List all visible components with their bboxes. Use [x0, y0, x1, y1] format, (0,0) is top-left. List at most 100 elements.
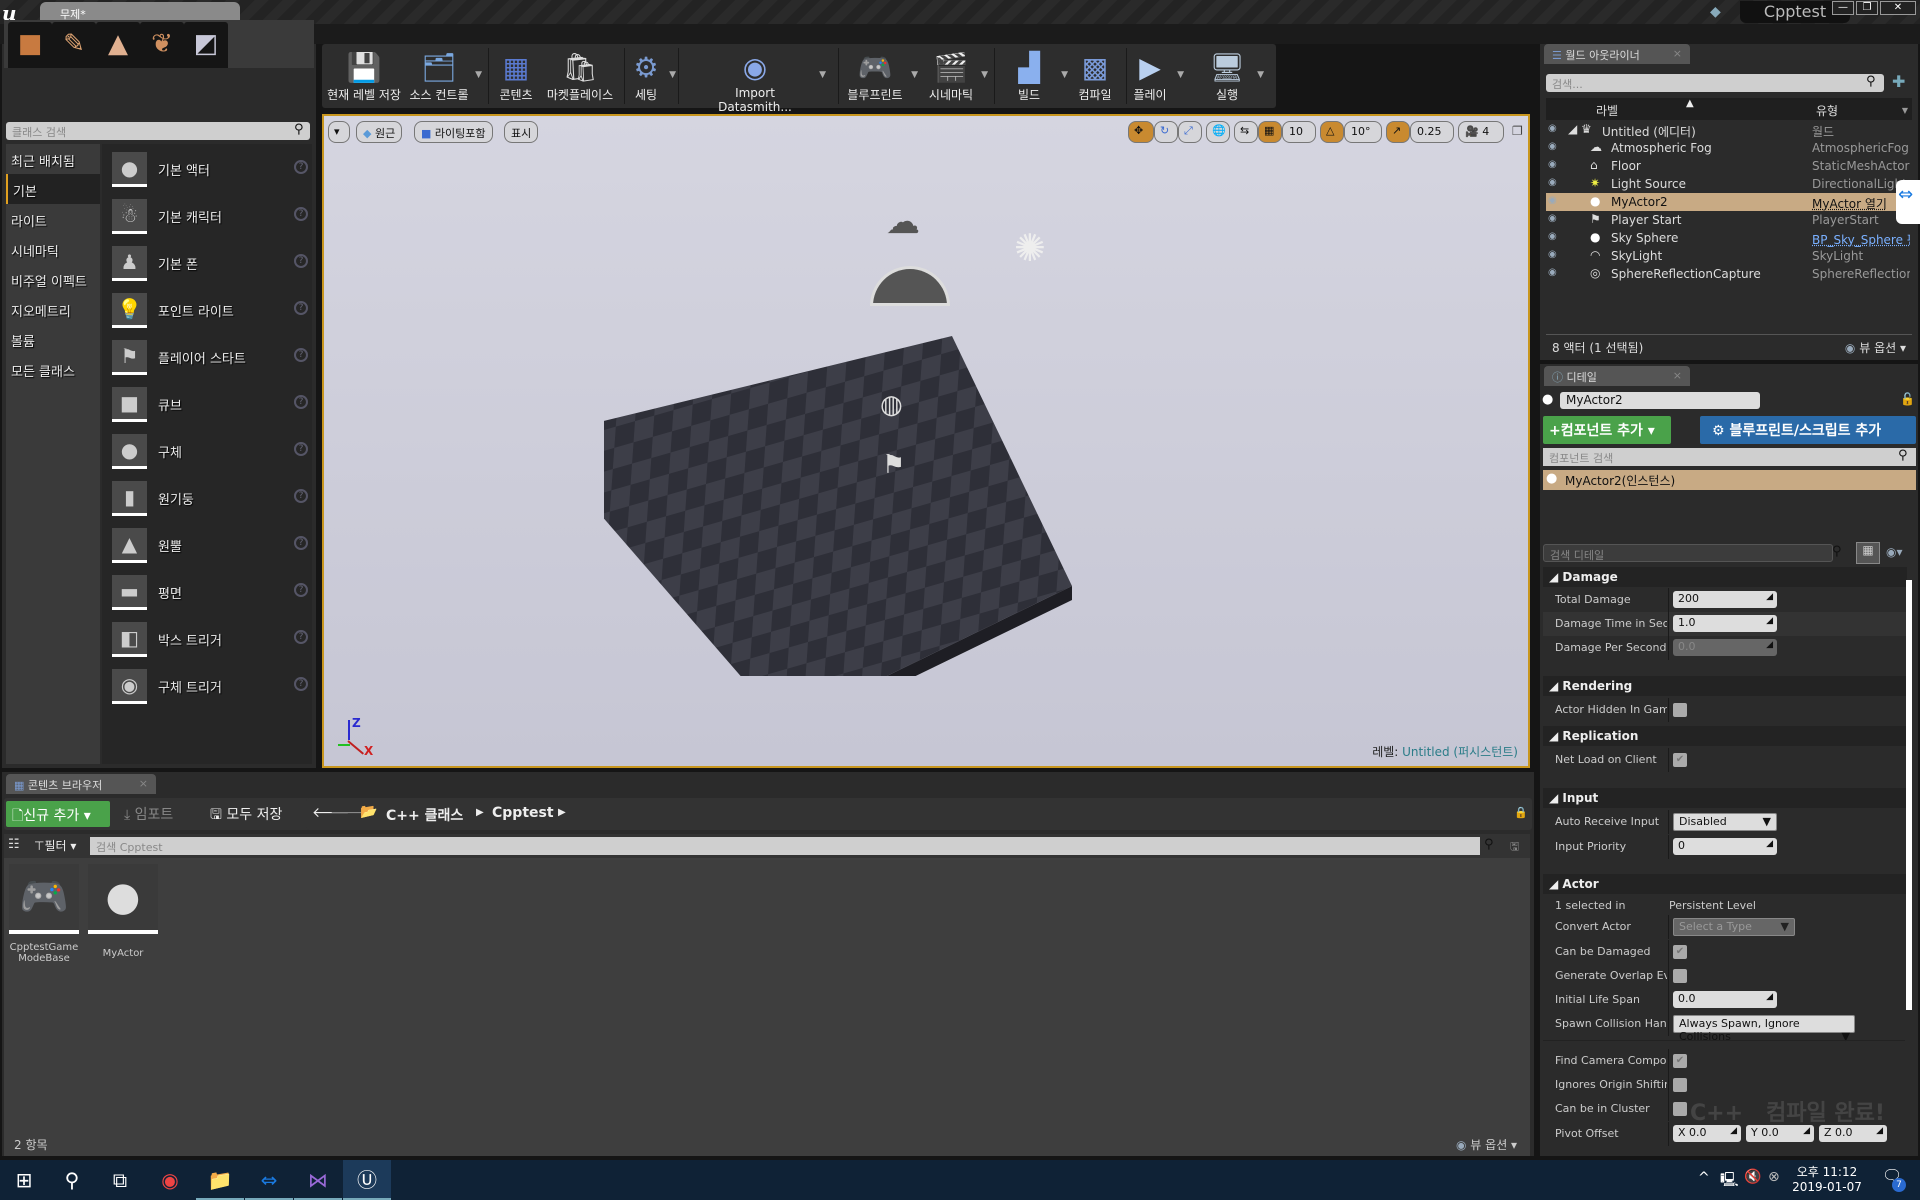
chrome-button[interactable]: ◉: [146, 1160, 194, 1200]
visibility-eye-icon[interactable]: ◉: [1548, 249, 1557, 260]
visibility-eye-icon[interactable]: ◉: [1548, 123, 1557, 134]
help-icon[interactable]: ?: [294, 395, 308, 409]
convert-actor-dropdown[interactable]: Select a Type ▼: [1673, 918, 1795, 936]
volume-muted-icon[interactable]: 🔇: [1744, 1169, 1761, 1185]
add-component-button[interactable]: +컴포넌트 추가 ▾: [1543, 416, 1671, 444]
dropdown-arrow-icon[interactable]: ▼: [1257, 70, 1264, 80]
task-view-button[interactable]: ⧉: [96, 1160, 144, 1200]
status-error-icon[interactable]: ⊗: [1768, 1169, 1780, 1185]
visibility-eye-icon[interactable]: ◉: [1548, 195, 1557, 206]
blueprints-button[interactable]: 🎮 블루프린트 ▼: [844, 50, 918, 106]
source-control-button[interactable]: 🗂 소스 컨트롤 ▼: [408, 50, 482, 106]
outliner-row-world[interactable]: ◉ ◢ ♛ Untitled (에디터) 월드: [1546, 121, 1912, 139]
cinematics-button[interactable]: 🎬 시네마틱 ▼: [926, 50, 988, 106]
visibility-eye-icon[interactable]: ◉: [1548, 231, 1557, 242]
close-button[interactable]: ✕: [1880, 1, 1916, 15]
dropdown-arrow-icon[interactable]: ▼: [669, 70, 676, 80]
help-icon[interactable]: ?: [294, 630, 308, 644]
atmospheric-fog-icon[interactable]: ☁: [886, 202, 920, 242]
spawn-collision-dropdown[interactable]: Always Spawn, Ignore Collisions ▼: [1673, 1015, 1855, 1043]
filter-button[interactable]: ⊤필터 ▾: [34, 837, 76, 854]
scale-snap-value[interactable]: 0.25: [1410, 121, 1454, 143]
life-span-input[interactable]: 0.0: [1673, 991, 1777, 1008]
lock-icon[interactable]: 🔓: [1900, 392, 1915, 406]
breadcrumb-chevron-icon[interactable]: ▶: [476, 807, 484, 818]
section-rendering[interactable]: ◢ Rendering: [1543, 676, 1907, 696]
place-item-sphere[interactable]: ● 구체?: [108, 432, 308, 472]
actor-name-input[interactable]: MyActor2: [1560, 392, 1760, 409]
place-item-plane[interactable]: ▬ 평면?: [108, 573, 308, 613]
place-item-cone[interactable]: ▲ 원뿔?: [108, 526, 308, 566]
action-center-button[interactable]: 🗨 7: [1882, 1166, 1906, 1192]
world-local-toggle[interactable]: 🌐: [1206, 121, 1230, 143]
class-search-input[interactable]: 클래스 검색: [6, 122, 310, 140]
pivot-x-input[interactable]: X 0.0: [1673, 1125, 1741, 1142]
outliner-tab[interactable]: ☰ 월드 아웃라이너 ×: [1544, 44, 1690, 64]
content-button[interactable]: ▦ 콘텐츠: [492, 50, 540, 106]
outliner-search-input[interactable]: 검색...: [1546, 74, 1884, 92]
help-icon[interactable]: ?: [294, 583, 308, 597]
place-item-sphere-trigger[interactable]: ◉ 구체 트리거?: [108, 667, 308, 707]
breadcrumb-cpp-classes[interactable]: C++ 클래스: [386, 805, 463, 825]
help-icon[interactable]: ?: [294, 348, 308, 362]
category-all-classes[interactable]: 모든 클래스: [6, 354, 100, 384]
save-all-button[interactable]: 🖫 모두 저장: [210, 804, 282, 828]
column-label[interactable]: 라벨: [1596, 102, 1618, 119]
visibility-eye-icon[interactable]: ◉: [1548, 159, 1557, 170]
floor-mesh[interactable]: [604, 326, 1144, 676]
section-input[interactable]: ◢ Input: [1543, 788, 1907, 808]
minimize-button[interactable]: —: [1832, 1, 1854, 15]
viewport-options-button[interactable]: ▾: [328, 121, 350, 143]
level-viewport[interactable]: ▾ ◆ 원근 ■ 라이팅포함 표시 ✥ ↻ ⤢ 🌐 ⇆ ▦ 10 △ 10° ↗…: [322, 114, 1530, 768]
content-view-options[interactable]: ◉ 뷰 옵션 ▾: [1456, 1136, 1517, 1153]
start-button[interactable]: ⊞: [0, 1160, 48, 1200]
outliner-row-myactor2[interactable]: ◉ ● MyActor2 MyActor 열기: [1546, 193, 1912, 211]
outliner-row-floor[interactable]: ◉ ⌂ Floor StaticMeshActor: [1546, 157, 1912, 175]
add-blueprint-script-button[interactable]: ⚙ 블루프린트/스크립트 추가: [1700, 416, 1916, 444]
hidden-in-game-checkbox[interactable]: [1673, 703, 1687, 717]
marketplace-button[interactable]: 🛍 마켓플레이스: [544, 50, 616, 106]
foliage-mode-button[interactable]: ❦: [140, 22, 184, 68]
outliner-row-player-start[interactable]: ◉ ⚑ Player Start PlayerStart: [1546, 211, 1912, 229]
visibility-eye-icon[interactable]: ◉: [1548, 213, 1557, 224]
rotate-tool-button[interactable]: ↻: [1154, 121, 1178, 143]
asset-cpptest-gamemodebase[interactable]: 🎮 CpptestGame ModeBase: [9, 864, 79, 964]
outliner-row-sky-sphere[interactable]: ◉●Sky SphereBP_Sky_Sphere 편집: [1546, 229, 1912, 247]
category-recent[interactable]: 최근 배치됨: [6, 144, 100, 174]
play-button[interactable]: ▶ 플레이 ▼: [1128, 50, 1184, 106]
pivot-y-input[interactable]: Y 0.0: [1746, 1125, 1814, 1142]
lock-icon[interactable]: 🔒: [1514, 806, 1528, 819]
grid-snap-value[interactable]: 10: [1282, 121, 1316, 143]
column-type[interactable]: 유형: [1816, 102, 1838, 119]
surface-snap-button[interactable]: ⇆: [1234, 121, 1258, 143]
generate-overlap-checkbox[interactable]: [1673, 969, 1687, 983]
damage-time-input[interactable]: 1.0: [1673, 615, 1777, 632]
details-tab[interactable]: ⓘ 디테일 ×: [1544, 366, 1690, 386]
close-tab-icon[interactable]: ×: [1673, 47, 1682, 60]
clock[interactable]: 오후 11:12 2019-01-07: [1792, 1163, 1862, 1194]
component-search-input[interactable]: 컴포넌트 검색: [1543, 448, 1916, 466]
dropdown-arrow-icon[interactable]: ▼: [981, 70, 988, 80]
network-icon[interactable]: 🖳: [1720, 1169, 1739, 1193]
outliner-row-skylight[interactable]: ◉ ◠ SkyLight SkyLight: [1546, 247, 1912, 265]
dropdown-arrow-icon[interactable]: ▼: [1061, 70, 1068, 80]
teamviewer-button[interactable]: ⇔: [245, 1160, 293, 1200]
component-item-myactor2[interactable]: MyActor2(인스턴스): [1543, 470, 1916, 490]
search-button[interactable]: ⚲: [48, 1160, 96, 1200]
import-datasmith-button[interactable]: ◉ Import Datasmith... ▼: [700, 50, 826, 114]
close-tab-icon[interactable]: ×: [139, 777, 148, 790]
show-button[interactable]: 표시: [504, 121, 539, 143]
help-icon[interactable]: ?: [294, 677, 308, 691]
visibility-eye-icon[interactable]: ◉: [1548, 141, 1557, 152]
dropdown-arrow-icon[interactable]: ▼: [475, 70, 482, 80]
maximize-viewport-icon[interactable]: ❐: [1512, 124, 1523, 138]
rotation-snap-value[interactable]: 10°: [1344, 121, 1382, 143]
place-item-player-start[interactable]: ⚑ 플레이어 스타트?: [108, 338, 308, 378]
breadcrumb-chevron-icon[interactable]: ▶: [558, 807, 566, 818]
maximize-button[interactable]: ❐: [1856, 1, 1878, 15]
dropdown-arrow-icon[interactable]: ▼: [1177, 70, 1184, 80]
place-item-pawn[interactable]: ♟ 기본 폰?: [108, 244, 308, 284]
show-hidden-icons[interactable]: ^: [1698, 1170, 1710, 1186]
content-browser-tab[interactable]: ▦ 콘텐츠 브라우저 ×: [6, 774, 156, 794]
myactor2-sphere-icon[interactable]: ◍: [880, 390, 903, 420]
